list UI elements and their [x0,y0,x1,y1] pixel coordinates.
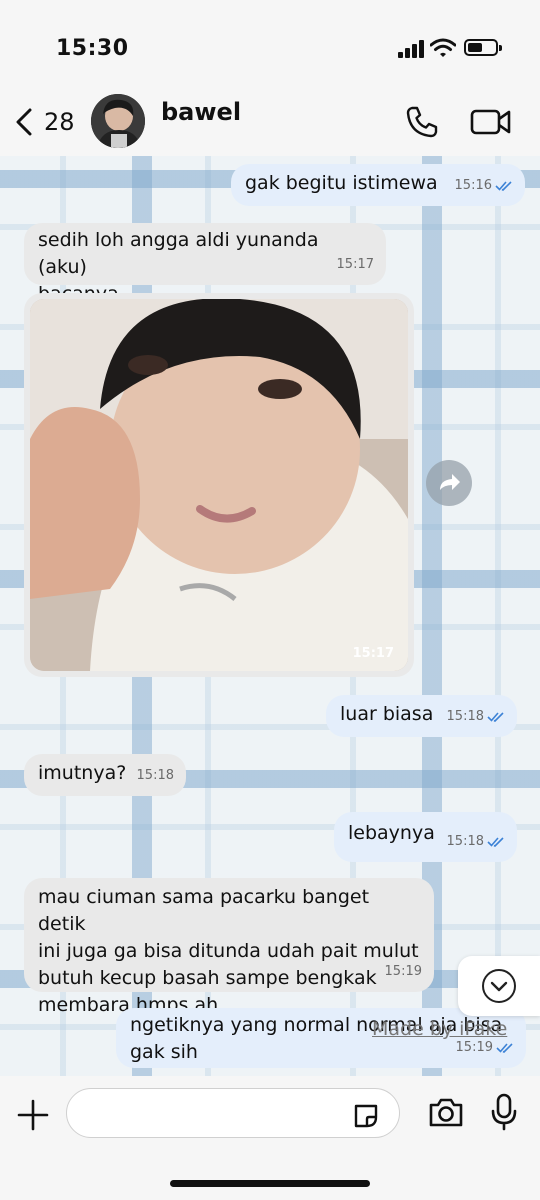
chat-area[interactable]: gak begitu istimewa 15:16 sedih loh angg… [0,156,540,1076]
wifi-icon [430,38,456,57]
read-ticks-icon [496,1042,513,1053]
message-meta: 15:17 [337,251,374,278]
chat-header: 28 bawel [0,88,540,156]
message-text: mau ciuman sama pacarku banget detik ini… [38,886,419,1016]
message-text: gak begitu istimewa [245,172,438,194]
back-unread-count[interactable]: 28 [44,108,75,136]
input-bar [0,1076,540,1200]
message-text: imutnya? [38,762,127,784]
message-bubble-outgoing[interactable]: lebaynya 15:18 [334,812,517,862]
message-meta: 15:16 [455,172,513,199]
status-bar: 15:30 [0,0,540,88]
read-ticks-icon [487,711,504,722]
contact-name[interactable]: bawel [161,98,241,126]
microphone-icon[interactable] [491,1093,517,1131]
camera-icon[interactable] [428,1096,464,1128]
forward-button[interactable] [426,460,472,506]
message-meta: 15:19 [385,958,422,985]
video-call-icon[interactable] [470,106,512,138]
message-time: 15:18 [446,834,484,849]
chevron-down-icon [482,969,516,1003]
message-bubble-incoming[interactable]: mau ciuman sama pacarku banget detik ini… [24,878,434,1016]
message-time: 15:17 [336,257,374,272]
message-text: luar biasa [340,703,434,725]
message-bubble-outgoing[interactable]: gak begitu istimewa 15:16 [231,164,525,206]
battery-icon [464,39,502,56]
watermark: Made by iFake [372,1018,508,1040]
photo-time: 15:17 [352,646,394,661]
message-time: 15:18 [136,768,174,783]
read-ticks-icon [495,180,512,191]
contact-avatar[interactable] [91,94,145,148]
message-time: 15:18 [446,709,484,724]
photo-message[interactable]: 15:17 [24,293,414,677]
message-meta: 15:18 [447,828,505,855]
home-indicator [170,1180,370,1187]
message-meta: 15:18 [447,703,505,730]
message-bubble-incoming[interactable]: sedih loh angga aldi yunanda (aku) bacan… [24,223,386,305]
message-time: 15:16 [454,178,492,193]
read-ticks-icon [487,836,504,847]
back-chevron-icon[interactable] [12,106,40,138]
sticker-icon[interactable] [352,1102,380,1130]
signal-icon [398,40,426,58]
message-meta: 15:18 [137,762,174,789]
message-text: lebaynya [348,822,435,844]
phone-call-icon[interactable] [404,104,440,140]
forward-arrow-icon [440,474,460,490]
message-bubble-incoming[interactable]: imutnya? 15:18 [24,754,186,796]
message-input[interactable] [66,1088,400,1138]
status-time: 15:30 [56,36,129,61]
plus-icon[interactable] [16,1098,50,1132]
message-bubble-outgoing[interactable]: luar biasa 15:18 [326,695,517,737]
photo-image[interactable]: 15:17 [30,299,408,671]
scroll-to-bottom-button[interactable] [458,956,540,1016]
message-time: 15:19 [384,964,422,979]
